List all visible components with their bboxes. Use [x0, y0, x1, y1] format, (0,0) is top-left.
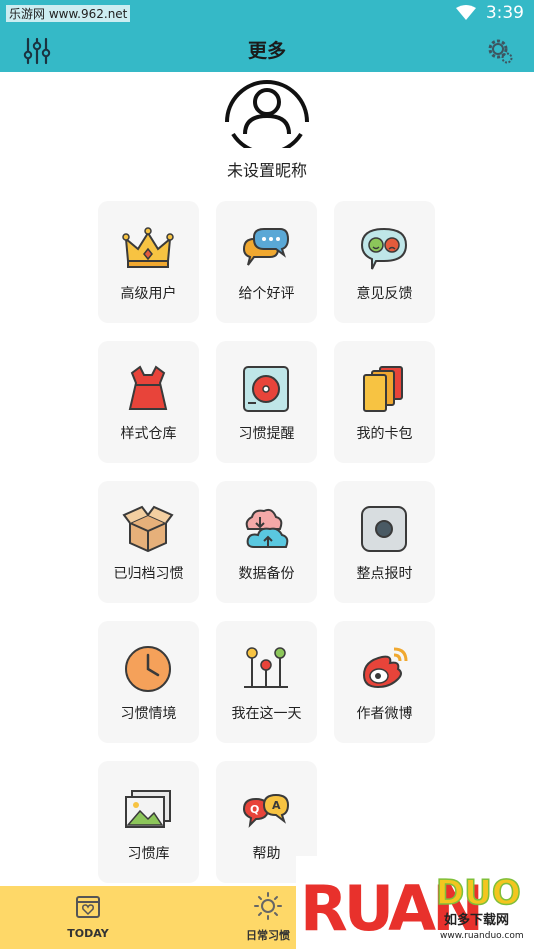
menu-item-label: 习惯情境	[120, 706, 177, 722]
cards-icon	[363, 366, 403, 412]
tab-today[interactable]: TODAY	[0, 886, 176, 949]
watermark-text: 乐游网 www.962.net	[6, 5, 131, 22]
menu-item-habit-context[interactable]: 习惯情境	[98, 621, 199, 743]
menu-item-label: 已归档习惯	[113, 566, 184, 582]
wifi-icon	[455, 5, 476, 20]
menu-item-feedback[interactable]: 意见反馈	[334, 201, 435, 323]
photo-gallery-icon	[125, 790, 171, 828]
chat-bubbles-icon	[242, 228, 290, 266]
ruanduo-logo: RUAN DUO 如多下载网 www.ruanduo.com	[296, 856, 534, 949]
open-box-icon	[122, 505, 174, 553]
menu-item-label: 习惯提醒	[238, 426, 295, 442]
crown-icon	[122, 227, 174, 268]
feedback-faces-icon	[360, 227, 408, 270]
menu-item-label: 习惯库	[127, 846, 170, 862]
svg-text:DUO: DUO	[436, 873, 521, 913]
menu-item-author-weibo[interactable]: 作者微博	[334, 621, 435, 743]
avatar[interactable]	[223, 70, 311, 148]
menu-item-style-store[interactable]: 样式仓库	[98, 341, 199, 463]
menu-item-on-this-day[interactable]: 我在这一天	[216, 621, 317, 743]
dress-icon	[128, 365, 168, 410]
menu-item-data-backup[interactable]: 数据备份	[216, 481, 317, 603]
menu-item-label: 样式仓库	[120, 426, 177, 442]
settings-gear-icon[interactable]	[486, 37, 514, 65]
menu-item-hourly-chime[interactable]: 整点报时	[334, 481, 435, 603]
menu-item-premium[interactable]: 高级用户	[98, 201, 199, 323]
app-bar: 更多	[0, 28, 534, 72]
svg-text:Q: Q	[250, 803, 259, 816]
menu-item-label: 作者微博	[356, 706, 413, 722]
nickname-label[interactable]: 未设置昵称	[0, 157, 534, 181]
alarm-clock-icon	[243, 366, 289, 412]
tab-label: TODAY	[67, 927, 109, 940]
qa-bubbles-icon: Q A	[242, 793, 290, 828]
menu-item-habit-library[interactable]: 习惯库	[98, 761, 199, 883]
svg-text:A: A	[272, 799, 281, 812]
menu-item-label: 意见反馈	[356, 286, 413, 302]
status-time: 3:39	[485, 3, 524, 23]
menu-item-label: 给个好评	[238, 286, 295, 302]
calendar-heart-icon	[76, 896, 100, 918]
menu-item-label: 高级用户	[120, 286, 177, 302]
cloud-sync-icon	[245, 508, 289, 548]
menu-item-label: 数据备份	[238, 566, 295, 582]
timeline-pins-icon	[244, 647, 288, 688]
sun-icon	[254, 892, 282, 920]
logo-subtitle: 如多下载网	[444, 912, 509, 928]
menu-item-archived-habits[interactable]: 已归档习惯	[98, 481, 199, 603]
page-title: 更多	[247, 40, 286, 62]
clock-icon	[125, 646, 171, 692]
status-bar: 乐游网 www.962.net 3:39	[0, 0, 534, 28]
weibo-icon	[362, 647, 408, 689]
menu-item-label: 我在这一天	[231, 706, 302, 722]
menu-item-card-pack[interactable]: 我的卡包	[334, 341, 435, 463]
menu-item-rate-app[interactable]: 给个好评	[216, 201, 317, 323]
menu-item-habit-reminder[interactable]: 习惯提醒	[216, 341, 317, 463]
menu-item-label: 整点报时	[356, 566, 413, 582]
logo-url: www.ruanduo.com	[440, 931, 524, 941]
menu-item-label: 我的卡包	[356, 426, 413, 442]
record-button-icon	[361, 506, 407, 552]
